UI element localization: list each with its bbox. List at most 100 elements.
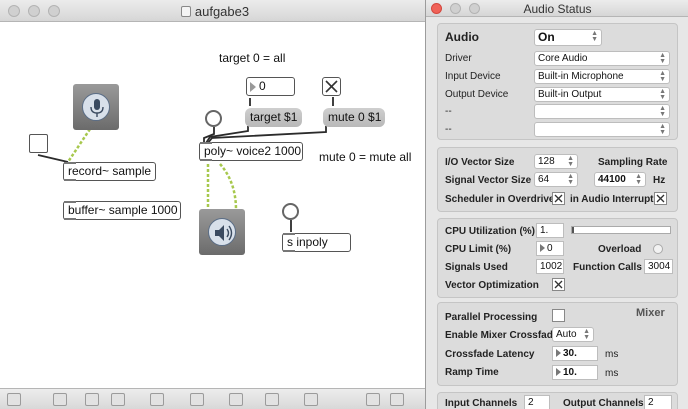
audio-value: On xyxy=(538,30,555,44)
number-triangle-icon xyxy=(556,368,561,376)
input-channels-label: Input Channels xyxy=(445,398,518,409)
grid-icon[interactable] xyxy=(85,393,99,406)
document-icon xyxy=(180,6,191,17)
microphone-icon xyxy=(90,99,104,117)
connect-icon[interactable] xyxy=(229,393,243,406)
output-device-value: Built-in Output xyxy=(538,89,602,100)
comment-mute-all: mute 0 = mute all xyxy=(319,150,412,164)
mixer-crossfade-label: Enable Mixer Crossfade xyxy=(445,330,559,341)
signal-vector-select[interactable]: 64 ▲ ▼ xyxy=(534,172,578,187)
object-record[interactable]: record~ sample xyxy=(63,162,156,181)
palette-icon[interactable] xyxy=(304,393,318,406)
patcher-title: aufgabe3 xyxy=(194,4,250,19)
extra2-label: -- xyxy=(445,124,452,135)
cord-toggle-to-record xyxy=(37,154,69,163)
io-vector-value: 128 xyxy=(538,156,555,167)
chevron-updown-icon: ▲ ▼ xyxy=(591,30,598,43)
ramp-time-label: Ramp Time xyxy=(445,367,499,378)
output-device-label: Output Device xyxy=(445,89,509,100)
output-channels-field[interactable]: 2 xyxy=(644,395,672,409)
function-calls-field: 3004 xyxy=(644,259,673,274)
extra1-label: -- xyxy=(445,106,452,117)
debug-icon[interactable] xyxy=(150,393,164,406)
function-calls-label: Function Calls xyxy=(573,262,642,273)
output-channels-label: Output Channels xyxy=(563,398,644,409)
lock-icon[interactable] xyxy=(7,393,21,406)
number-value: 0 xyxy=(259,79,266,93)
crossfade-latency-field[interactable]: 30. xyxy=(552,346,598,361)
vector-opt-checkbox[interactable] xyxy=(552,278,565,291)
sampling-rate-value: 44100 xyxy=(598,174,626,185)
crossfade-latency-value: 30. xyxy=(563,348,577,359)
signals-used-label: Signals Used xyxy=(445,262,508,273)
window-icon[interactable] xyxy=(390,393,404,406)
vector-opt-label: Vector Optimization xyxy=(445,280,539,291)
overdrive-checkbox[interactable] xyxy=(552,192,565,205)
ramp-time-field[interactable]: 10. xyxy=(552,365,598,380)
audio-on-off-select[interactable]: On ▲ ▼ xyxy=(534,29,602,46)
number-triangle-icon xyxy=(556,349,561,357)
delete-icon[interactable] xyxy=(111,393,125,406)
chevron-updown-icon: ▲ ▼ xyxy=(635,173,642,186)
patcher-titlebar: aufgabe3 xyxy=(0,0,430,22)
audio-status-window: Audio Status Audio On ▲ ▼ Driver Core Audi… xyxy=(425,0,688,409)
driver-select[interactable]: Core Audio ▲ ▼ xyxy=(534,51,670,66)
object-poly[interactable]: poly~ voice2 1000 xyxy=(199,142,303,161)
input-device-select[interactable]: Built-in Microphone ▲ ▼ xyxy=(534,69,670,84)
patcher-toolbar xyxy=(0,388,430,409)
interrupt-checkbox[interactable] xyxy=(654,192,667,205)
io-vector-select[interactable]: 128 ▲ ▼ xyxy=(534,154,578,169)
presentation-icon[interactable] xyxy=(53,393,67,406)
extra2-select[interactable]: ▲ ▼ xyxy=(534,122,670,137)
input-channels-field[interactable]: 2 xyxy=(524,395,550,409)
channels-section: Input Channels 2 Output Channels 2 xyxy=(437,392,678,409)
number-triangle-icon xyxy=(250,82,256,92)
signal-vector-label: Signal Vector Size xyxy=(445,175,532,186)
info-icon[interactable] xyxy=(190,393,204,406)
adc-object[interactable] xyxy=(73,84,119,130)
snap-grid-icon[interactable] xyxy=(265,393,279,406)
mixer-crossfade-select[interactable]: Auto ▲ ▼ xyxy=(552,327,594,342)
toggle-mute[interactable] xyxy=(322,77,341,96)
toggle-record[interactable] xyxy=(29,134,48,153)
dac-object[interactable] xyxy=(199,209,245,255)
object-buffer[interactable]: buffer~ sample 1000 xyxy=(63,201,181,220)
driver-label: Driver xyxy=(445,53,472,64)
checkbox-x-icon xyxy=(554,194,563,203)
overload-led xyxy=(653,244,663,254)
sampling-rate-select[interactable]: 44100 ▲ ▼ xyxy=(594,172,646,187)
signals-used-field: 1002 xyxy=(536,259,564,274)
ramp-time-value: 10. xyxy=(563,367,577,378)
split-view-icon[interactable] xyxy=(366,393,380,406)
number-box[interactable]: 0 xyxy=(246,77,295,96)
object-send[interactable]: s inpoly xyxy=(282,233,351,252)
extra1-select[interactable]: ▲ ▼ xyxy=(534,104,670,119)
device-section: Audio On ▲ ▼ Driver Core Audio ▲ ▼ Input Dev… xyxy=(437,23,678,140)
message-mute[interactable]: mute 0 $1 xyxy=(323,108,385,127)
comment-target-all: target 0 = all xyxy=(219,51,286,65)
signal-vector-value: 64 xyxy=(538,174,550,185)
parallel-checkbox[interactable] xyxy=(552,309,565,322)
output-device-select[interactable]: Built-in Output ▲ ▼ xyxy=(534,87,670,102)
signal-cord-mic-to-record xyxy=(66,128,92,163)
patcher-canvas[interactable]: target 0 = all 0 target $1 mute 0 $1 pol… xyxy=(0,22,430,388)
cpu-util-label: CPU Utilization (%) xyxy=(445,226,535,237)
chevron-updown-icon: ▲ ▼ xyxy=(659,70,666,83)
cpu-limit-field[interactable]: 0 xyxy=(536,241,564,256)
speaker-icon xyxy=(215,225,233,241)
input-device-value: Built-in Microphone xyxy=(538,71,624,82)
interrupt-label: in Audio Interrupt xyxy=(570,194,654,205)
checkbox-x-icon xyxy=(656,194,665,203)
audio-status-titlebar: Audio Status xyxy=(426,0,688,17)
chevron-updown-icon: ▲ ▼ xyxy=(659,52,666,65)
message-target[interactable]: target $1 xyxy=(245,108,302,127)
cpu-util-field: 1. xyxy=(536,223,564,238)
audio-status-title: Audio Status xyxy=(523,2,592,16)
overload-label: Overload xyxy=(598,244,642,255)
sampling-rate-label: Sampling Rate xyxy=(598,157,668,168)
bang-send[interactable] xyxy=(282,203,299,220)
parallel-label: Parallel Processing xyxy=(445,312,538,323)
audio-label: Audio xyxy=(445,30,479,44)
bang-poly[interactable] xyxy=(205,110,222,127)
patcher-window: aufgabe3 target 0 = all 0 target $1 mute… xyxy=(0,0,430,409)
